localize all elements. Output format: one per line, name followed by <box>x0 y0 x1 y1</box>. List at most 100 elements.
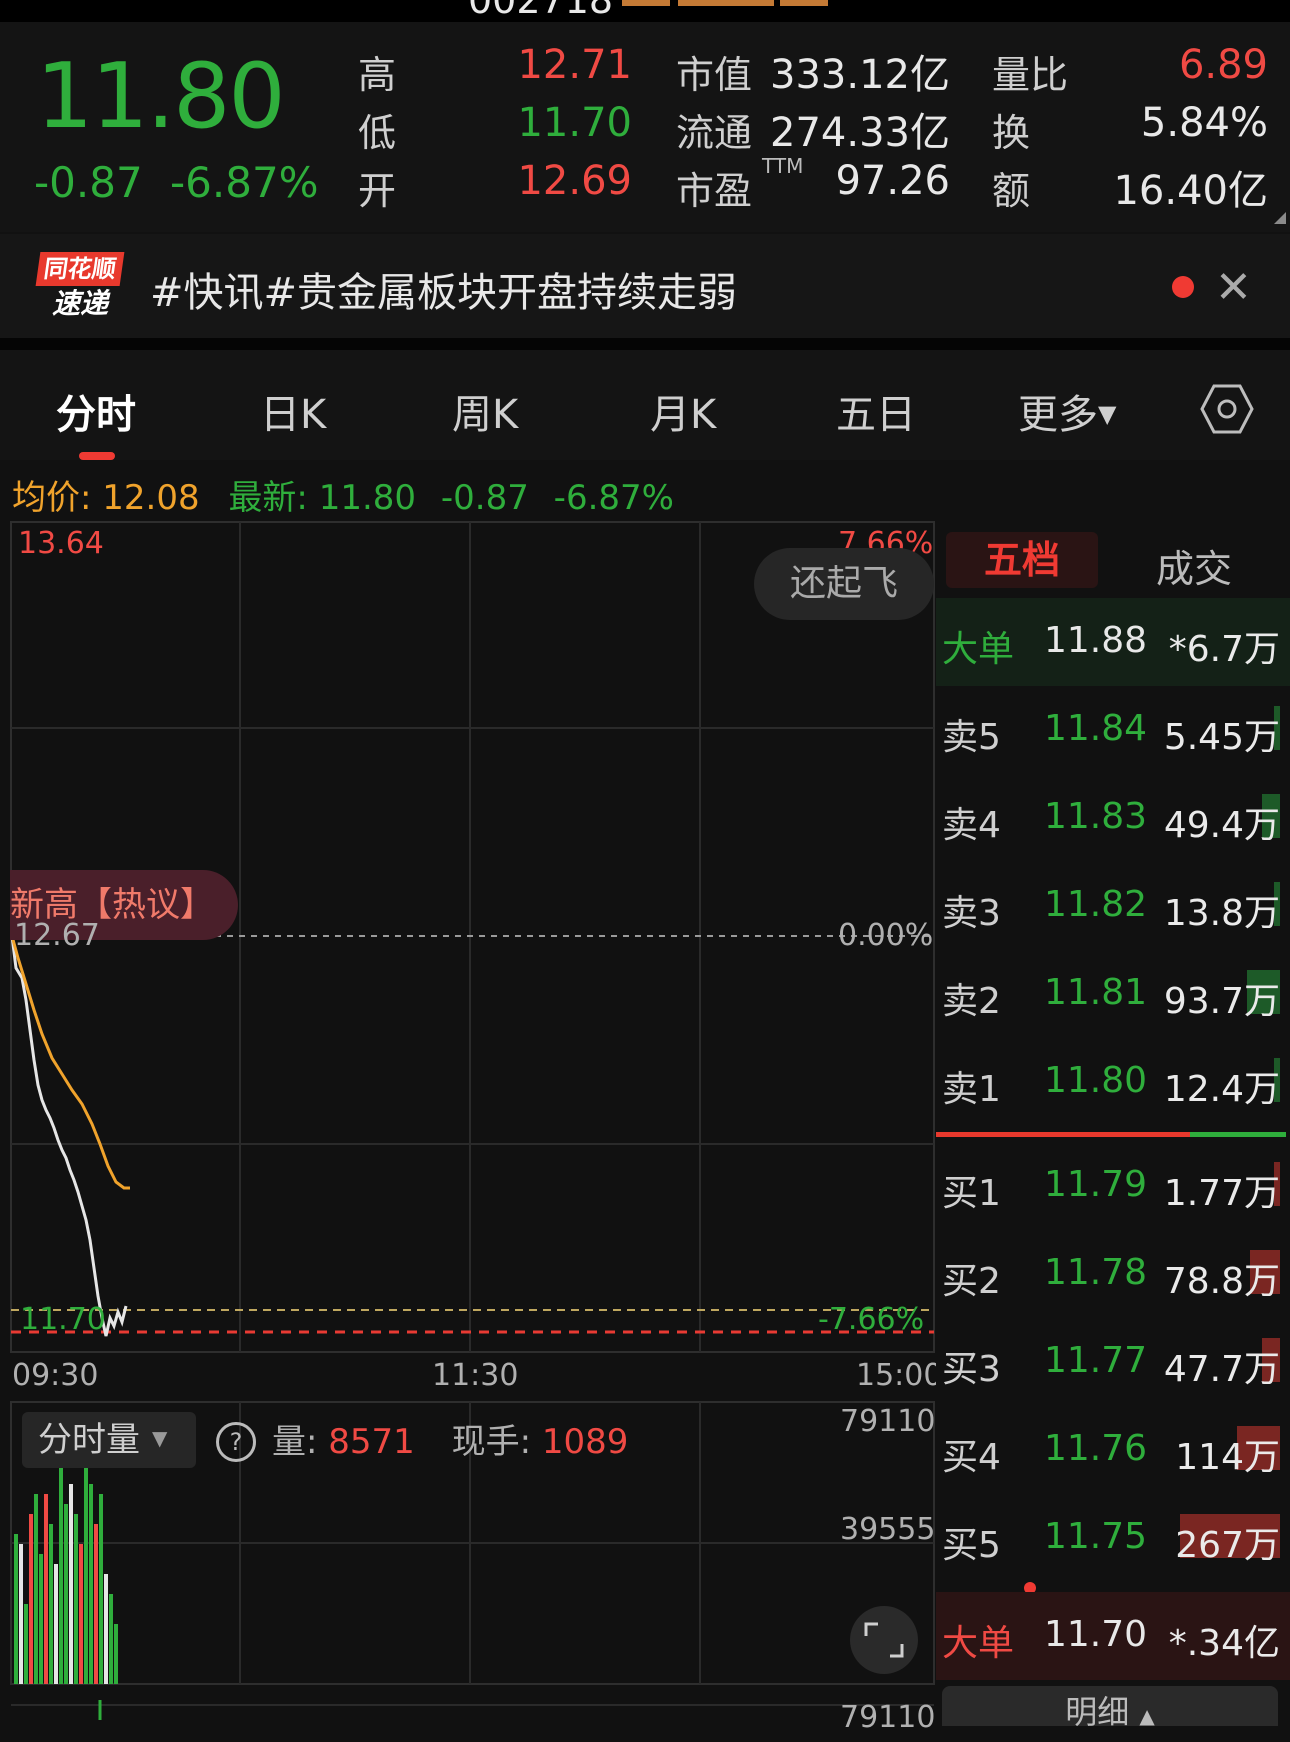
tag-badge <box>622 0 670 6</box>
level-volume: 267万 <box>1175 1525 1280 1566</box>
volume-bar <box>99 1494 103 1684</box>
level-volume: 47.7万 <box>1163 1349 1280 1390</box>
fullscreen-button <box>850 1606 918 1674</box>
big-order-price: 11.88 <box>1044 620 1148 661</box>
buy-level-row[interactable]: 买3 11.77 47.7万 <box>936 1318 1290 1406</box>
sell-level-row[interactable]: 卖3 11.82 13.8万 <box>936 862 1290 950</box>
level-name: 卖5 <box>942 717 1001 758</box>
value-turnover: 5.84% <box>1140 100 1268 146</box>
buy-level-row[interactable]: 买5 11.75 267万 <box>936 1494 1290 1582</box>
label-amount: 额 <box>992 169 1031 213</box>
big-order-top[interactable]: 大单 11.88 *6.7万 <box>936 598 1290 686</box>
avg-label: 均价: <box>12 478 92 518</box>
average-line <box>10 935 130 1190</box>
volume-scale-mid: 39555 <box>840 1512 936 1547</box>
latest-value: 11.80 <box>318 478 417 518</box>
value-amount: 16.40亿 <box>1113 168 1268 214</box>
volume-bar <box>29 1514 33 1684</box>
label-open: 开 <box>358 169 397 213</box>
intraday-chart[interactable] <box>0 520 936 1720</box>
news-logo: 同花顺 速递 <box>35 252 125 322</box>
buy-level-row[interactable]: 买2 11.78 78.8万 <box>936 1230 1290 1318</box>
top-strip: 002718 <box>0 0 1290 22</box>
hand-label: 现手: <box>451 1422 532 1462</box>
level-name: 卖3 <box>942 893 1001 934</box>
level-volume: 49.4万 <box>1163 805 1280 846</box>
volume-value: 8571 <box>328 1422 415 1462</box>
volume-bar <box>84 1454 88 1684</box>
active-tab-indicator <box>79 452 115 460</box>
help-icon[interactable]: ? <box>216 1422 256 1462</box>
level-name: 买3 <box>942 1349 1001 1390</box>
level-name: 买4 <box>942 1437 1001 1478</box>
volume-bar <box>44 1494 48 1684</box>
expand-corner-icon[interactable] <box>1274 212 1286 224</box>
price-change: -0.87 <box>34 158 143 207</box>
big-order-bottom[interactable]: 大单 11.70 *.34亿 <box>936 1592 1290 1680</box>
chart-tabs: 分时 日K 周K 月K 五日 更多▼ <box>0 350 1290 460</box>
level-price: 11.81 <box>1044 972 1148 1013</box>
prev-close-label: 12.67 <box>14 918 100 953</box>
unread-dot-icon <box>1172 276 1194 298</box>
tag-badge <box>678 0 774 6</box>
caret-down-icon: ▼ <box>1098 400 1117 428</box>
sell-level-row[interactable]: 卖5 11.84 5.45万 <box>936 686 1290 774</box>
volume-bar <box>64 1504 68 1684</box>
level-price: 11.78 <box>1044 1252 1148 1293</box>
value-market-cap: 333.12亿 <box>770 52 950 98</box>
prev-close-pct: 0.00% <box>838 918 934 953</box>
volume-bar <box>104 1574 108 1684</box>
detail-button[interactable]: 明细 ▲ <box>942 1686 1278 1731</box>
time-close: 15:00 <box>856 1358 943 1393</box>
tab-five-levels[interactable]: 五档 <box>946 532 1098 588</box>
volume-readout: 量: 8571 现手: 1089 <box>272 1414 628 1463</box>
buy-level-row[interactable]: 买1 11.79 1.77万 <box>936 1142 1290 1230</box>
big-order-price: 11.70 <box>1044 1614 1148 1655</box>
volume-bar <box>54 1564 58 1684</box>
price-change-pct: -6.87% <box>170 158 319 207</box>
tab-daily-k[interactable]: 日K <box>260 382 326 440</box>
tab-more-label: 更多 <box>1018 392 1098 438</box>
volume-bar <box>69 1484 73 1684</box>
pe-ttm-sup: TTM <box>762 154 804 178</box>
sell-level-row[interactable]: 卖4 11.83 49.4万 <box>936 774 1290 862</box>
label-float-cap: 流通 <box>676 111 753 155</box>
volume-type-label: 分时量 <box>38 1420 140 1460</box>
settings-hexagon-icon[interactable] <box>1200 382 1254 436</box>
tab-five-day[interactable]: 五日 <box>836 382 916 440</box>
tab-more[interactable]: 更多▼ <box>1018 382 1116 440</box>
close-icon[interactable]: ✕ <box>1215 262 1252 313</box>
level-volume: 78.8万 <box>1163 1261 1280 1302</box>
tab-trades[interactable]: 成交 <box>1156 538 1232 593</box>
news-headline[interactable]: #快讯#贵金属板块开盘持续走弱 <box>150 260 737 318</box>
level-volume: 1.77万 <box>1163 1173 1280 1214</box>
buy-level-row[interactable]: 买4 11.76 114万 <box>936 1406 1290 1494</box>
tab-weekly-k[interactable]: 周K <box>452 382 518 440</box>
level-name: 买1 <box>942 1173 1001 1214</box>
label-volume-ratio: 量比 <box>992 53 1069 97</box>
level-volume: 93.7万 <box>1163 981 1280 1022</box>
volume-bar <box>89 1484 93 1684</box>
detail-label: 明细 <box>1065 1693 1130 1731</box>
tab-monthly-k[interactable]: 月K <box>650 382 716 440</box>
comment-bubble[interactable]: 还起飞 <box>754 548 934 620</box>
big-order-volume: *.34亿 <box>1168 1623 1280 1664</box>
stock-code: 002718 <box>468 0 614 22</box>
level-price: 11.82 <box>1044 884 1148 925</box>
sell-level-row[interactable]: 卖1 11.80 12.4万 <box>936 1038 1290 1126</box>
tab-intraday[interactable]: 分时 <box>56 382 136 440</box>
volume-bar <box>49 1524 53 1684</box>
sell-level-row[interactable]: 卖2 11.81 93.7万 <box>936 950 1290 1038</box>
level-name: 卖4 <box>942 805 1001 846</box>
volume-bar <box>114 1624 118 1684</box>
time-midday: 11:30 <box>432 1358 519 1393</box>
label-pe: 市盈 <box>676 169 753 213</box>
logo-top-text: 同花顺 <box>35 252 125 286</box>
volume-type-dropdown[interactable]: 分时量 ▼ <box>22 1412 196 1468</box>
quote-header: 11.80 -0.87 -6.87% 高 12.71 低 11.70 开 12.… <box>0 22 1290 232</box>
news-banner[interactable]: 同花顺 速递 #快讯#贵金属板块开盘持续走弱 <box>0 234 1290 338</box>
y-axis-max: 13.64 <box>18 526 104 561</box>
summary-change-pct: -6.87% <box>553 478 674 518</box>
value-pe: 97.26 <box>835 158 950 204</box>
volume-bar <box>24 1604 28 1684</box>
